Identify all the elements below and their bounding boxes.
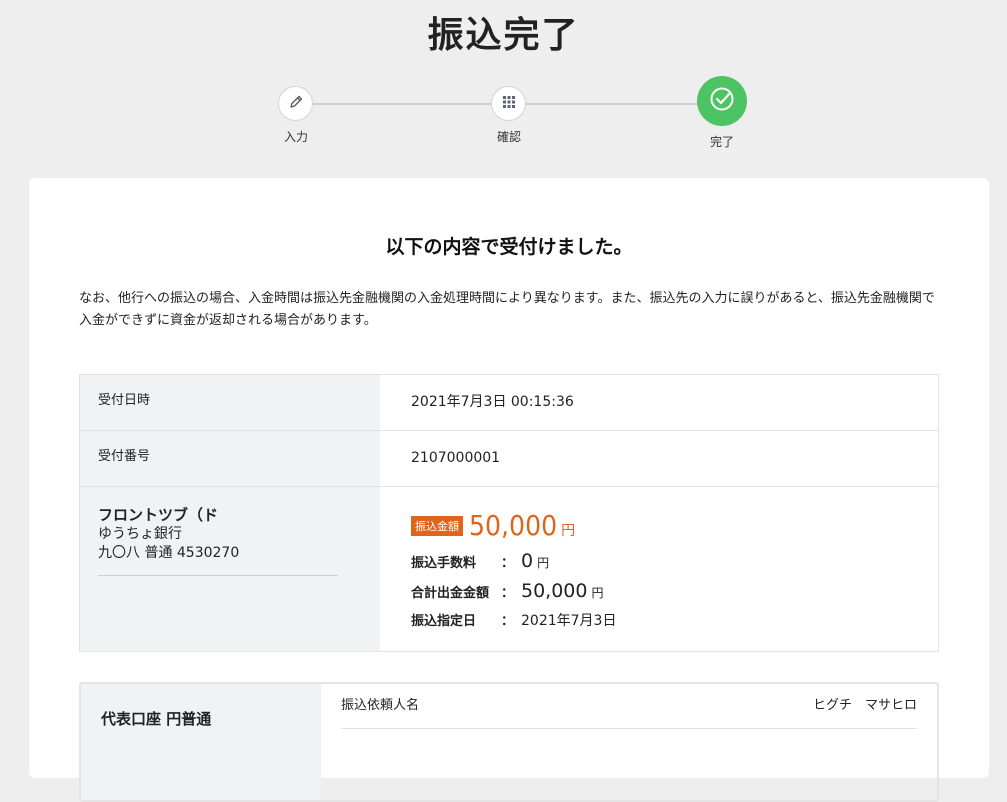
grid-icon: [501, 94, 517, 114]
date-value: 2021年7月3日: [521, 613, 617, 629]
total-line: 合計出金金額 ： 50,000 円: [411, 580, 938, 602]
check-circle-icon: [709, 86, 735, 116]
receipt-datetime-value: 2021年7月3日 00:15:36: [411, 394, 574, 410]
date-line: 振込指定日 ： 2021年7月3日: [411, 610, 938, 630]
fee-label: 振込手数料: [411, 556, 477, 571]
stepper-line: [312, 103, 492, 105]
payee-name: フロントツブ（ド: [98, 506, 219, 524]
table-row: フロントツブ（ド ゆうちょ銀行 九〇八 普通 4530270 振込金額 50,0…: [80, 487, 938, 651]
account-details: 振込依頼人名 ヒグチ マサヒロ: [321, 684, 937, 800]
receipt-datetime-label: 受付日時: [80, 375, 380, 430]
requester-label: 振込依頼人名: [341, 698, 420, 713]
date-label: 振込指定日: [411, 614, 477, 629]
requester-value: ヒグチ マサヒロ: [812, 698, 917, 713]
transfer-amount: 50,000: [469, 509, 558, 542]
pencil-icon: [288, 94, 304, 114]
account-table: 代表口座 円普通 振込依頼人名 ヒグチ マサヒロ: [79, 682, 939, 802]
stepper-line: [526, 103, 698, 105]
step-confirm-circle: [491, 86, 526, 121]
table-row: 受付日時 2021年7月3日 00:15:36: [80, 375, 938, 431]
fee-line: 振込手数料 ： 0 円: [411, 550, 938, 572]
receipt-number-label: 受付番号: [80, 431, 380, 486]
notice-text: なお、他行への振込の場合、入金時間は振込先金融機関の入金処理時間により異なります…: [79, 291, 935, 328]
step-complete-circle: [697, 76, 747, 126]
date-colon: ：: [501, 614, 515, 629]
fee-colon: ：: [501, 556, 515, 571]
account-name: 代表口座 円普通: [81, 684, 321, 800]
step-input-circle: [278, 86, 313, 121]
receipt-number-value: 2107000001: [411, 450, 501, 466]
total-colon: ：: [501, 586, 515, 601]
amount-unit: 円: [561, 523, 576, 539]
transfer-details-table: 受付日時 2021年7月3日 00:15:36 受付番号 2107000001 …: [79, 374, 939, 652]
payee-bank: ゆうちょ銀行: [98, 526, 182, 542]
total-label: 合計出金金額: [411, 586, 490, 601]
progress-stepper: 入力 確認 完了: [0, 0, 1007, 170]
transfer-amount-line: 振込金額 50,000 円: [411, 509, 938, 542]
total-value: 50,000: [521, 580, 588, 602]
result-card: 以下の内容で受付けました。 なお、他行への振込の場合、入金時間は振込先金融機関の…: [29, 178, 989, 802]
fee-value: 0: [521, 550, 534, 572]
step-complete-label: 完了: [709, 135, 734, 149]
total-unit: 円: [591, 586, 604, 600]
payee-account: 九〇八 普通 4530270: [98, 545, 240, 561]
step-confirm-label: 確認: [496, 130, 521, 144]
amount-details: 振込金額 50,000 円 振込手数料 ： 0 円 合計出金金額 ： 50,00…: [380, 487, 938, 651]
divider: [98, 575, 338, 576]
amount-badge: 振込金額: [411, 516, 463, 536]
fee-unit: 円: [537, 556, 550, 570]
table-row: 振込依頼人名 ヒグチ マサヒロ: [341, 684, 917, 729]
result-heading: 以下の内容で受付けました。: [385, 236, 633, 258]
payee-info: フロントツブ（ド ゆうちょ銀行 九〇八 普通 4530270: [80, 487, 380, 651]
step-input-label: 入力: [283, 130, 308, 144]
table-row: 受付番号 2107000001: [80, 431, 938, 487]
